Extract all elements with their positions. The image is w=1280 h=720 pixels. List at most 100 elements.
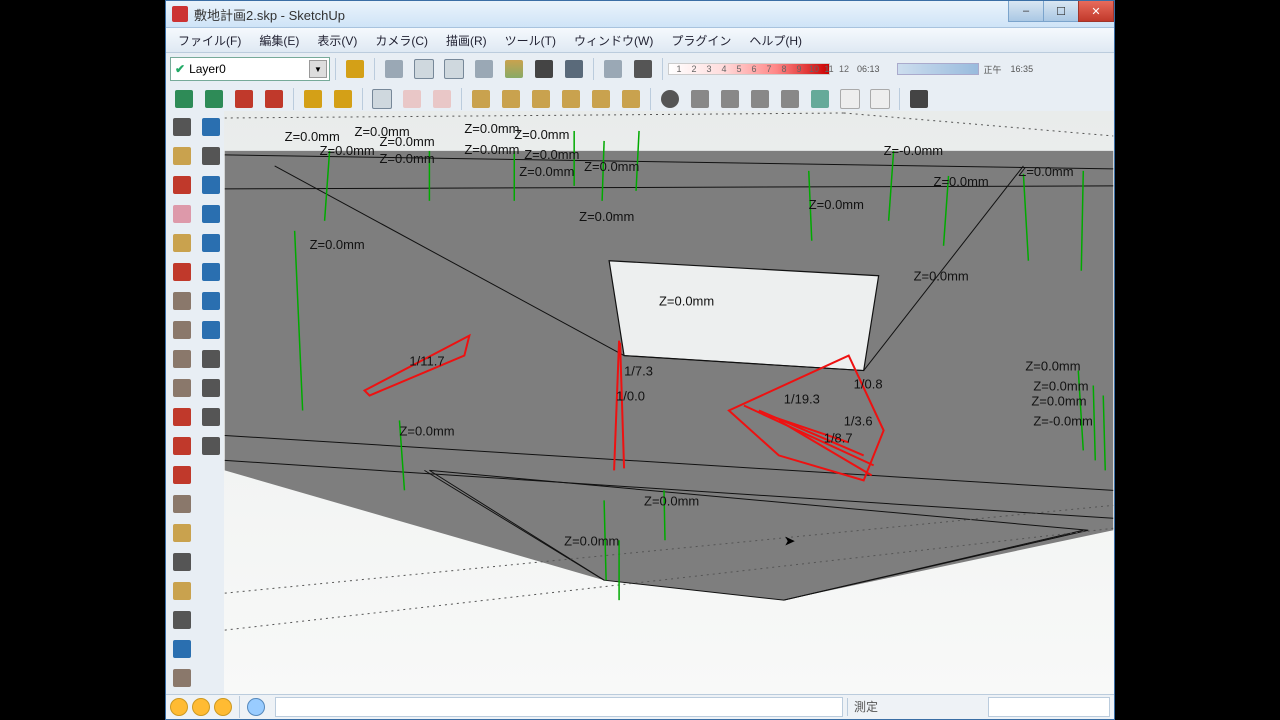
help-icon[interactable] [247,698,265,716]
style6-icon[interactable] [836,86,864,112]
toolbar: ✔ Layer0 ▼ 1 2 3 [166,53,1114,116]
dimension-tool[interactable] [168,635,196,663]
lookaround-tool[interactable] [197,374,225,402]
scale-tool[interactable] [168,461,196,489]
eraser-tool[interactable] [168,200,196,228]
house4-icon[interactable] [557,86,585,112]
polygon-tool[interactable] [168,345,196,373]
move-tool[interactable] [168,403,196,431]
menu-help[interactable]: ヘルプ(H) [743,30,808,51]
previous-tool[interactable] [197,287,225,315]
pushpull-tool[interactable] [168,519,196,547]
protractor-tool[interactable] [168,606,196,634]
sandbox-grid-icon[interactable] [170,86,198,112]
separator [239,696,240,718]
separator [335,58,336,80]
freehand-tool[interactable] [168,374,196,402]
house3-icon[interactable] [527,86,555,112]
view-iso-icon[interactable] [380,56,408,82]
svg-text:1/19.3: 1/19.3 [784,391,820,406]
position-camera-tool[interactable] [197,345,225,373]
status-icon-3[interactable] [214,698,232,716]
time-slider[interactable]: 06:13 正午 16:35 [853,63,1037,76]
menu-camera[interactable]: カメラ(C) [369,30,434,51]
smoove-icon[interactable] [230,86,258,112]
view-shaded-icon[interactable] [470,56,498,82]
view-hidden-icon[interactable] [440,56,468,82]
next-tool[interactable] [197,316,225,344]
style3-icon[interactable] [746,86,774,112]
status-icon-1[interactable] [170,698,188,716]
menu-plugins[interactable]: プラグイン [665,30,737,51]
rotate-tool[interactable] [168,432,196,460]
house1-icon[interactable] [467,86,495,112]
style1-icon[interactable] [686,86,714,112]
style5-icon[interactable] [806,86,834,112]
sandbox-scratch-icon[interactable] [200,86,228,112]
house2-icon[interactable] [497,86,525,112]
view-shadedtex-icon[interactable] [500,56,528,82]
stamp-icon[interactable] [260,86,288,112]
zoom-tool[interactable] [197,229,225,257]
svg-text:Z=0.0mm: Z=0.0mm [1018,164,1073,179]
view-mono-icon[interactable] [530,56,558,82]
measurement-input[interactable] [988,697,1110,717]
zoomextents-tool[interactable] [197,258,225,286]
shadow-settings-icon[interactable] [629,56,657,82]
tape-tool[interactable] [168,577,196,605]
section-display-icon[interactable] [299,86,327,112]
minimize-button[interactable]: – [1008,1,1044,22]
orbit-tool[interactable] [197,171,225,199]
menu-draw[interactable]: 描画(R) [440,30,493,51]
followme-tool[interactable] [168,548,196,576]
section-cut-icon[interactable] [329,86,357,112]
svg-text:Z=0.0mm: Z=0.0mm [644,493,699,508]
section-plane-icon[interactable] [368,86,396,112]
paint-bucket-tool[interactable] [168,171,196,199]
toolbar-row-1: ✔ Layer0 ▼ 1 2 3 [170,55,1110,83]
offset-tool[interactable] [168,490,196,518]
svg-text:Z=0.0mm: Z=0.0mm [914,269,969,284]
layers-icon[interactable] [341,56,369,82]
house6-icon[interactable] [617,86,645,112]
circle-tool[interactable] [168,287,196,315]
line-tool[interactable] [168,258,196,286]
view-xray-icon[interactable] [560,56,588,82]
status-icon-2[interactable] [192,698,210,716]
layer-dropdown[interactable]: ✔ Layer0 ▼ [170,57,330,81]
plugin-icon[interactable] [905,86,933,112]
maximize-button[interactable]: ☐ [1043,1,1079,22]
axes-tool[interactable] [197,113,225,141]
rectangle-tool[interactable] [168,229,196,257]
menu-view[interactable]: 表示(V) [311,30,363,51]
face-style-icon[interactable] [398,86,426,112]
menu-file[interactable]: ファイル(F) [172,30,247,51]
shadow-toggle-icon[interactable] [599,56,627,82]
walk-tool[interactable] [197,403,225,431]
menu-edit[interactable]: 編集(E) [253,30,305,51]
style4-icon[interactable] [776,86,804,112]
select-tool[interactable] [168,113,196,141]
text-tool[interactable] [168,664,196,692]
menu-window[interactable]: ウィンドウ(W) [568,30,659,51]
menu-tools[interactable]: ツール(T) [499,30,562,51]
scale-icon [173,466,191,484]
view-wire-icon[interactable] [410,56,438,82]
pan-tool[interactable] [197,200,225,228]
rectangle-icon [173,234,191,252]
line-icon [173,263,191,281]
close-button[interactable]: ✕ [1078,1,1114,22]
house5-icon[interactable] [587,86,615,112]
search-icon[interactable] [656,86,684,112]
viewport[interactable]: Z=0.0mm Z=0.0mm Z=0.0mm Z=0.0mm Z=0.0mm … [224,111,1114,695]
arc-tool[interactable] [168,316,196,344]
style2-icon[interactable] [716,86,744,112]
style7-icon[interactable] [866,86,894,112]
3dtext-tool[interactable] [197,142,225,170]
section-tool[interactable] [197,432,225,460]
chevron-down-icon: ▼ [309,60,327,78]
separator [293,88,294,110]
layer-name: Layer0 [189,62,226,76]
component-tool[interactable] [168,142,196,170]
face-style2-icon[interactable] [428,86,456,112]
